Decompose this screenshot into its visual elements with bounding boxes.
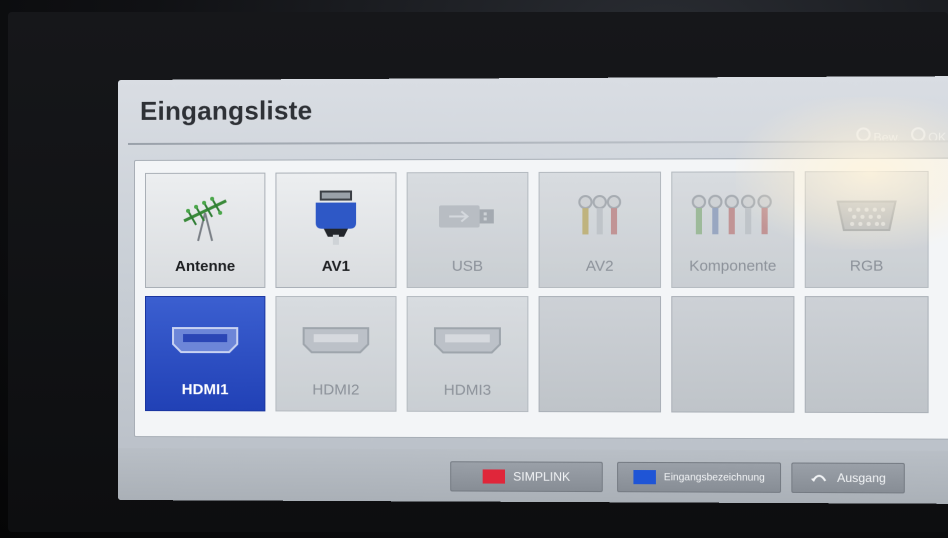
- ok-icon: [910, 127, 926, 142]
- vga-icon: [806, 186, 928, 245]
- title-divider: [127, 140, 948, 145]
- input-tile-hdmi2[interactable]: HDMI2: [275, 296, 397, 412]
- input-label: USB: [451, 257, 484, 275]
- input-tile-antenne[interactable]: Antenne: [144, 172, 266, 288]
- input-label: RGB: [849, 257, 884, 275]
- rca-composite-icon: [540, 187, 660, 246]
- input-label: HDMI2: [312, 381, 360, 399]
- exit-label: Ausgang: [836, 470, 886, 486]
- input-grid: Antenne AV1 USB AV2 Komponente RGB HDMI1…: [144, 170, 929, 414]
- hdmi-icon: [146, 311, 264, 369]
- blue-key-icon: [633, 470, 656, 485]
- input-tile-rgb[interactable]: RGB: [804, 170, 929, 288]
- input-tile-hdmi3[interactable]: HDMI3: [406, 296, 529, 413]
- antenna-icon: [146, 188, 264, 246]
- input-label: HDMI3: [443, 381, 492, 399]
- input-label: Antenne: [175, 257, 236, 275]
- hdmi-icon: [408, 311, 528, 370]
- input-list-dialog: Eingangsliste Bew. OK Antenne AV1 USB AV…: [118, 76, 948, 504]
- rca-component-icon: [672, 186, 793, 245]
- input-label: Komponente: [689, 257, 777, 275]
- empty-slot: [538, 296, 662, 413]
- empty-slot: [804, 296, 929, 414]
- rename-input-label: Eingangsbezeichnung: [663, 471, 765, 484]
- footer-bar: SIMPLINK Eingangsbezeichnung Ausgang: [118, 448, 948, 504]
- input-tile-usb[interactable]: USB: [406, 171, 529, 288]
- input-label: HDMI1: [181, 381, 229, 399]
- input-panel: Antenne AV1 USB AV2 Komponente RGB HDMI1…: [133, 157, 948, 440]
- empty-slot: [671, 296, 795, 413]
- back-icon: [810, 470, 829, 485]
- simplink-button[interactable]: SIMPLINK: [450, 461, 603, 493]
- input-tile-av2[interactable]: AV2: [538, 171, 662, 288]
- dialog-title: Eingangsliste: [139, 95, 313, 126]
- scart-icon: [276, 187, 395, 245]
- input-tile-komponente[interactable]: Komponente: [671, 171, 795, 288]
- exit-button[interactable]: Ausgang: [791, 462, 905, 494]
- hdmi-icon: [276, 311, 395, 369]
- rename-input-button[interactable]: Eingangsbezeichnung: [617, 461, 782, 493]
- input-tile-av1[interactable]: AV1: [275, 172, 397, 288]
- red-key-icon: [482, 469, 505, 484]
- input-label: AV1: [321, 257, 351, 275]
- input-label: AV2: [585, 257, 614, 275]
- input-tile-hdmi1[interactable]: HDMI1: [144, 296, 266, 412]
- simplink-label: SIMPLINK: [513, 469, 571, 484]
- dpad-icon: [855, 127, 871, 142]
- usb-icon: [408, 187, 528, 246]
